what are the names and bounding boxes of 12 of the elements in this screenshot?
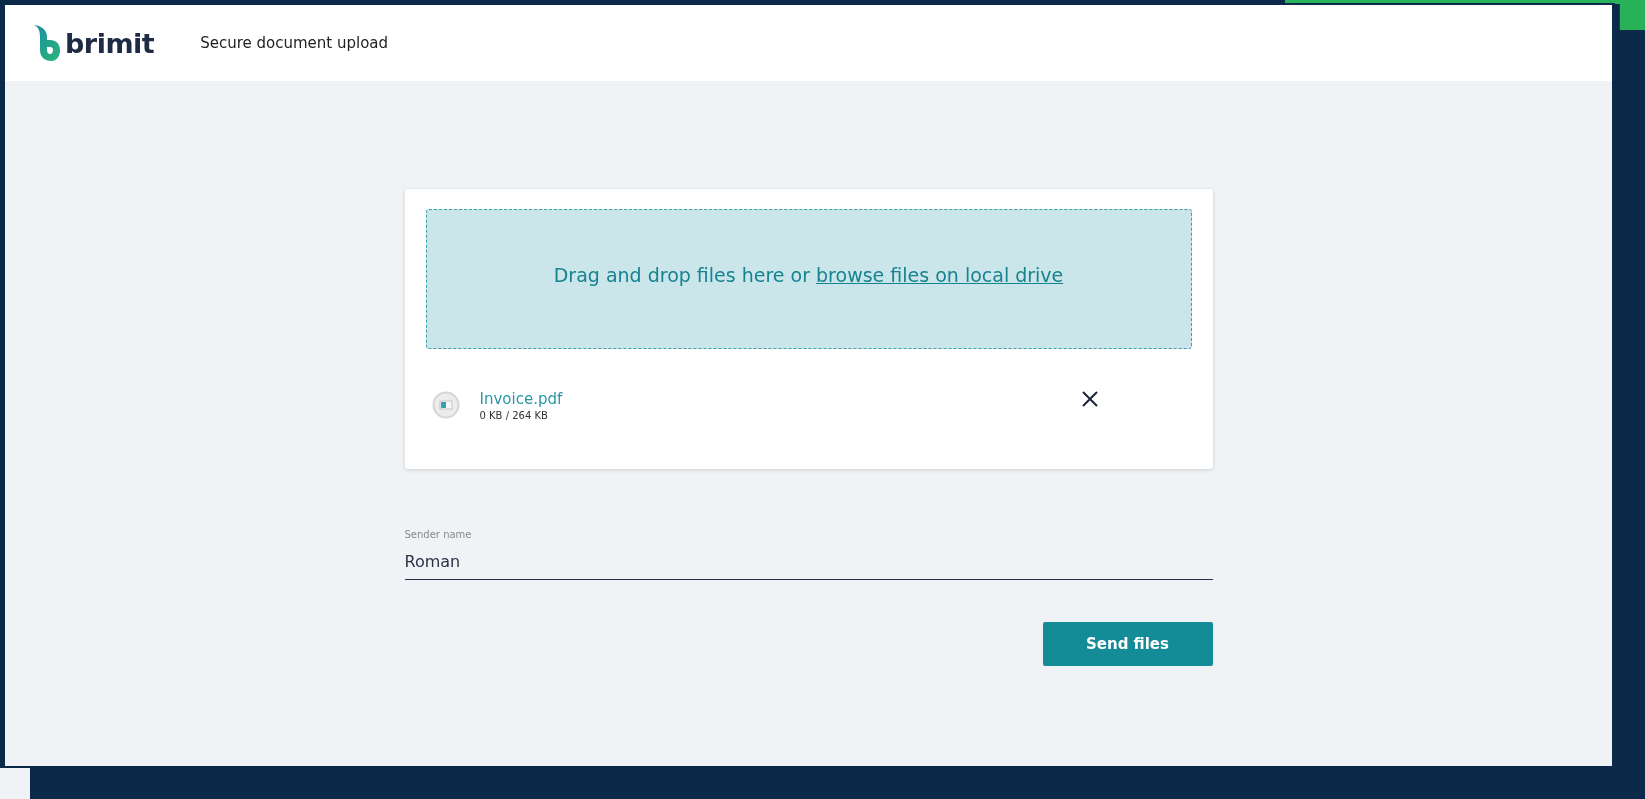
file-size-text: 0 KB / 264 KB bbox=[479, 409, 548, 421]
file-icon bbox=[431, 391, 460, 419]
page-title: Secure document upload bbox=[200, 34, 389, 52]
file-name-link[interactable]: Invoice.pdf bbox=[479, 389, 563, 408]
browse-link[interactable]: browse files on local drive bbox=[816, 264, 1064, 286]
close-icon bbox=[1081, 391, 1098, 407]
drop-zone[interactable]: Drag and drop files here or browse files on local drive bbox=[425, 209, 1192, 349]
sender-name-field[interactable]: Roman bbox=[404, 540, 1213, 580]
send-files-button[interactable]: Send files bbox=[1042, 622, 1213, 666]
logo-text: brimit bbox=[65, 27, 155, 59]
drop-instructions: Drag and drop files here or browse files on local drive bbox=[553, 264, 1064, 286]
field-label: Sender name bbox=[404, 529, 472, 540]
